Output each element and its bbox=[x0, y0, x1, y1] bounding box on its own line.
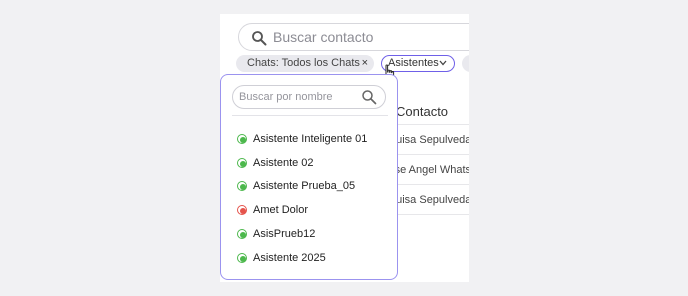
assistant-item[interactable]: Asistente Inteligente 01 bbox=[237, 127, 367, 151]
assistant-search-input[interactable] bbox=[239, 88, 357, 106]
status-active-icon bbox=[237, 157, 247, 168]
assistant-label: Asistente 02 bbox=[253, 156, 314, 169]
chats-filter-chip[interactable]: Chats: Todos los Chats × bbox=[236, 55, 374, 72]
status-inactive-icon bbox=[237, 205, 247, 216]
assistant-item[interactable]: Asistente 02 bbox=[237, 151, 367, 175]
status-active-icon bbox=[237, 229, 247, 240]
table-row[interactable]: Luisa Sepulveda bbox=[390, 194, 469, 206]
status-active-icon bbox=[237, 252, 247, 263]
chevron-down-icon bbox=[439, 60, 447, 66]
dropdown-divider bbox=[232, 115, 388, 116]
assistant-item[interactable]: AsisPrueb12 bbox=[237, 222, 367, 246]
assistant-label: Asistente 2025 bbox=[253, 251, 326, 264]
assistant-item[interactable]: Amet Dolor bbox=[237, 198, 367, 222]
contact-search-bar[interactable] bbox=[238, 23, 469, 51]
assistant-label: AsisPrueb12 bbox=[253, 228, 316, 241]
chats-filter-remove-icon[interactable]: × bbox=[362, 55, 368, 72]
assistants-dropdown: Asistente Inteligente 01 Asistente 02 As… bbox=[220, 74, 398, 280]
more-filters-chip[interactable] bbox=[462, 55, 469, 72]
contact-column-header: Contacto bbox=[396, 104, 449, 119]
assistant-label: Asistente Inteligente 01 bbox=[253, 132, 368, 145]
assistant-label: Amet Dolor bbox=[253, 204, 309, 217]
table-row[interactable]: Luisa Sepulveda bbox=[390, 134, 469, 146]
assistant-label: Asistente Prueba_05 bbox=[253, 180, 356, 193]
status-active-icon bbox=[237, 133, 247, 144]
contact-search-input[interactable] bbox=[273, 27, 469, 47]
status-active-icon bbox=[237, 181, 247, 192]
search-icon bbox=[252, 31, 267, 46]
chats-filter-label: Chats: Todos los Chats bbox=[247, 57, 360, 69]
assistant-search-field[interactable] bbox=[232, 85, 386, 109]
search-icon bbox=[362, 90, 377, 105]
assistant-item[interactable]: Asistente 2025 bbox=[237, 246, 367, 270]
assistant-list: Asistente Inteligente 01 Asistente 02 As… bbox=[237, 127, 367, 270]
assistant-item[interactable]: Asistente Prueba_05 bbox=[237, 175, 367, 199]
